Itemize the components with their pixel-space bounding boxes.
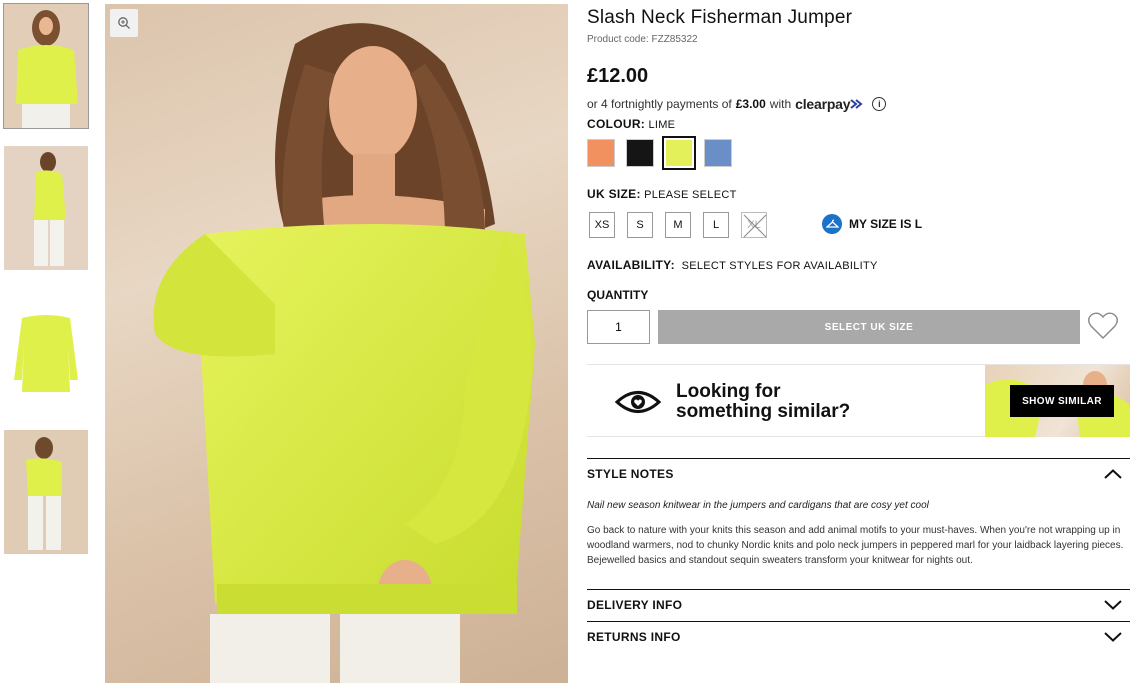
clearpay-info: or 4 fortnightly payments of £3.00 with … [587, 96, 887, 112]
availability-label: AVAILABILITY: [587, 258, 675, 272]
product-code: Product code: FZZ85322 [587, 34, 698, 45]
thumbnail-gallery [3, 3, 89, 572]
clearpay-prefix: or 4 fortnightly payments of [587, 97, 732, 111]
eye-heart-icon [615, 391, 661, 413]
model-illustration [153, 23, 535, 683]
main-product-image[interactable] [105, 4, 568, 683]
similar-line-2: something similar? [676, 401, 851, 422]
style-notes-lead: Nail new season knitwear in the jumpers … [587, 500, 929, 511]
thumbnail-2-image [4, 146, 88, 270]
delivery-info-header[interactable]: DELIVERY INFO [587, 590, 1130, 620]
swatch-blue[interactable] [704, 139, 732, 167]
quantity-label: QUANTITY [587, 288, 649, 302]
swatch-orange[interactable] [587, 139, 615, 167]
size-m[interactable]: M [665, 212, 691, 238]
colour-label-text: COLOUR: [587, 117, 646, 131]
returns-info-section: RETURNS INFO [587, 621, 1130, 652]
clearpay-amount: £3.00 [735, 97, 766, 111]
size-l[interactable]: L [703, 212, 729, 238]
availability: AVAILABILITY: SELECT STYLES FOR AVAILABI… [587, 258, 878, 272]
similar-banner: Looking for something similar? SHOW SIMI… [587, 364, 1130, 437]
returns-info-title: RETURNS INFO [587, 630, 681, 644]
size-xl[interactable]: XL [741, 212, 767, 238]
thumbnail-3-image [4, 288, 88, 412]
colour-selected: LIME [648, 119, 676, 131]
clearpay-with: with [769, 97, 792, 111]
my-size-text: MY SIZE IS L [849, 217, 923, 231]
add-to-bag-button[interactable]: SELECT UK SIZE [658, 310, 1080, 344]
zoom-button[interactable] [110, 9, 138, 37]
colour-label: COLOUR: LIME [587, 117, 675, 131]
delivery-info-title: DELIVERY INFO [587, 598, 683, 612]
colour-swatches [587, 136, 732, 170]
size-options: XS S M L XL [589, 212, 767, 238]
similar-text: Looking for something similar? [676, 382, 850, 422]
delivery-info-section: DELIVERY INFO [587, 589, 1130, 620]
style-notes-body: Go back to nature with your knits this s… [587, 525, 1124, 566]
thumbnail-2[interactable] [4, 146, 88, 270]
info-icon[interactable]: i [872, 97, 887, 111]
size-xs[interactable]: XS [589, 212, 615, 238]
out-of-stock-cross-icon [743, 214, 767, 238]
chevron-down-icon [1104, 600, 1122, 610]
thumbnail-1-image [4, 4, 88, 128]
size-prompt: PLEASE SELECT [644, 189, 737, 201]
product-title: Slash Neck Fisherman Jumper [587, 7, 853, 28]
style-notes-header[interactable]: STYLE NOTES [587, 459, 1130, 489]
similar-line-1: Looking for [676, 381, 781, 402]
thumbnail-4[interactable] [4, 430, 88, 554]
size-s[interactable]: S [627, 212, 653, 238]
returns-info-header[interactable]: RETURNS INFO [587, 622, 1130, 652]
style-notes-title: STYLE NOTES [587, 467, 674, 481]
swatch-lime[interactable] [662, 136, 696, 170]
clearpay-arrows-icon [850, 99, 863, 109]
clearpay-logo-text: clearpay [795, 96, 851, 112]
size-label-text: UK SIZE: [587, 187, 641, 201]
zoom-icon [118, 17, 130, 29]
thumbnail-1[interactable] [3, 3, 89, 129]
product-price: £12.00 [587, 65, 649, 87]
quantity-input[interactable] [587, 310, 650, 344]
style-notes-section: STYLE NOTES Nail new season knitwear in … [587, 458, 1130, 568]
hanger-icon [822, 214, 842, 234]
chevron-down-icon [1104, 632, 1122, 642]
clearpay-logo: clearpay [795, 96, 866, 112]
swatch-black[interactable] [626, 139, 654, 167]
show-similar-button[interactable]: SHOW SIMILAR [1010, 385, 1114, 417]
chevron-up-icon [1104, 469, 1122, 479]
availability-value: SELECT STYLES FOR AVAILABILITY [681, 260, 878, 272]
thumbnail-4-image [4, 430, 88, 554]
thumbnail-3[interactable] [4, 288, 88, 412]
my-size-button[interactable]: MY SIZE IS L [822, 214, 922, 234]
wishlist-heart-icon[interactable] [1087, 311, 1119, 341]
size-label: UK SIZE: PLEASE SELECT [587, 187, 737, 201]
